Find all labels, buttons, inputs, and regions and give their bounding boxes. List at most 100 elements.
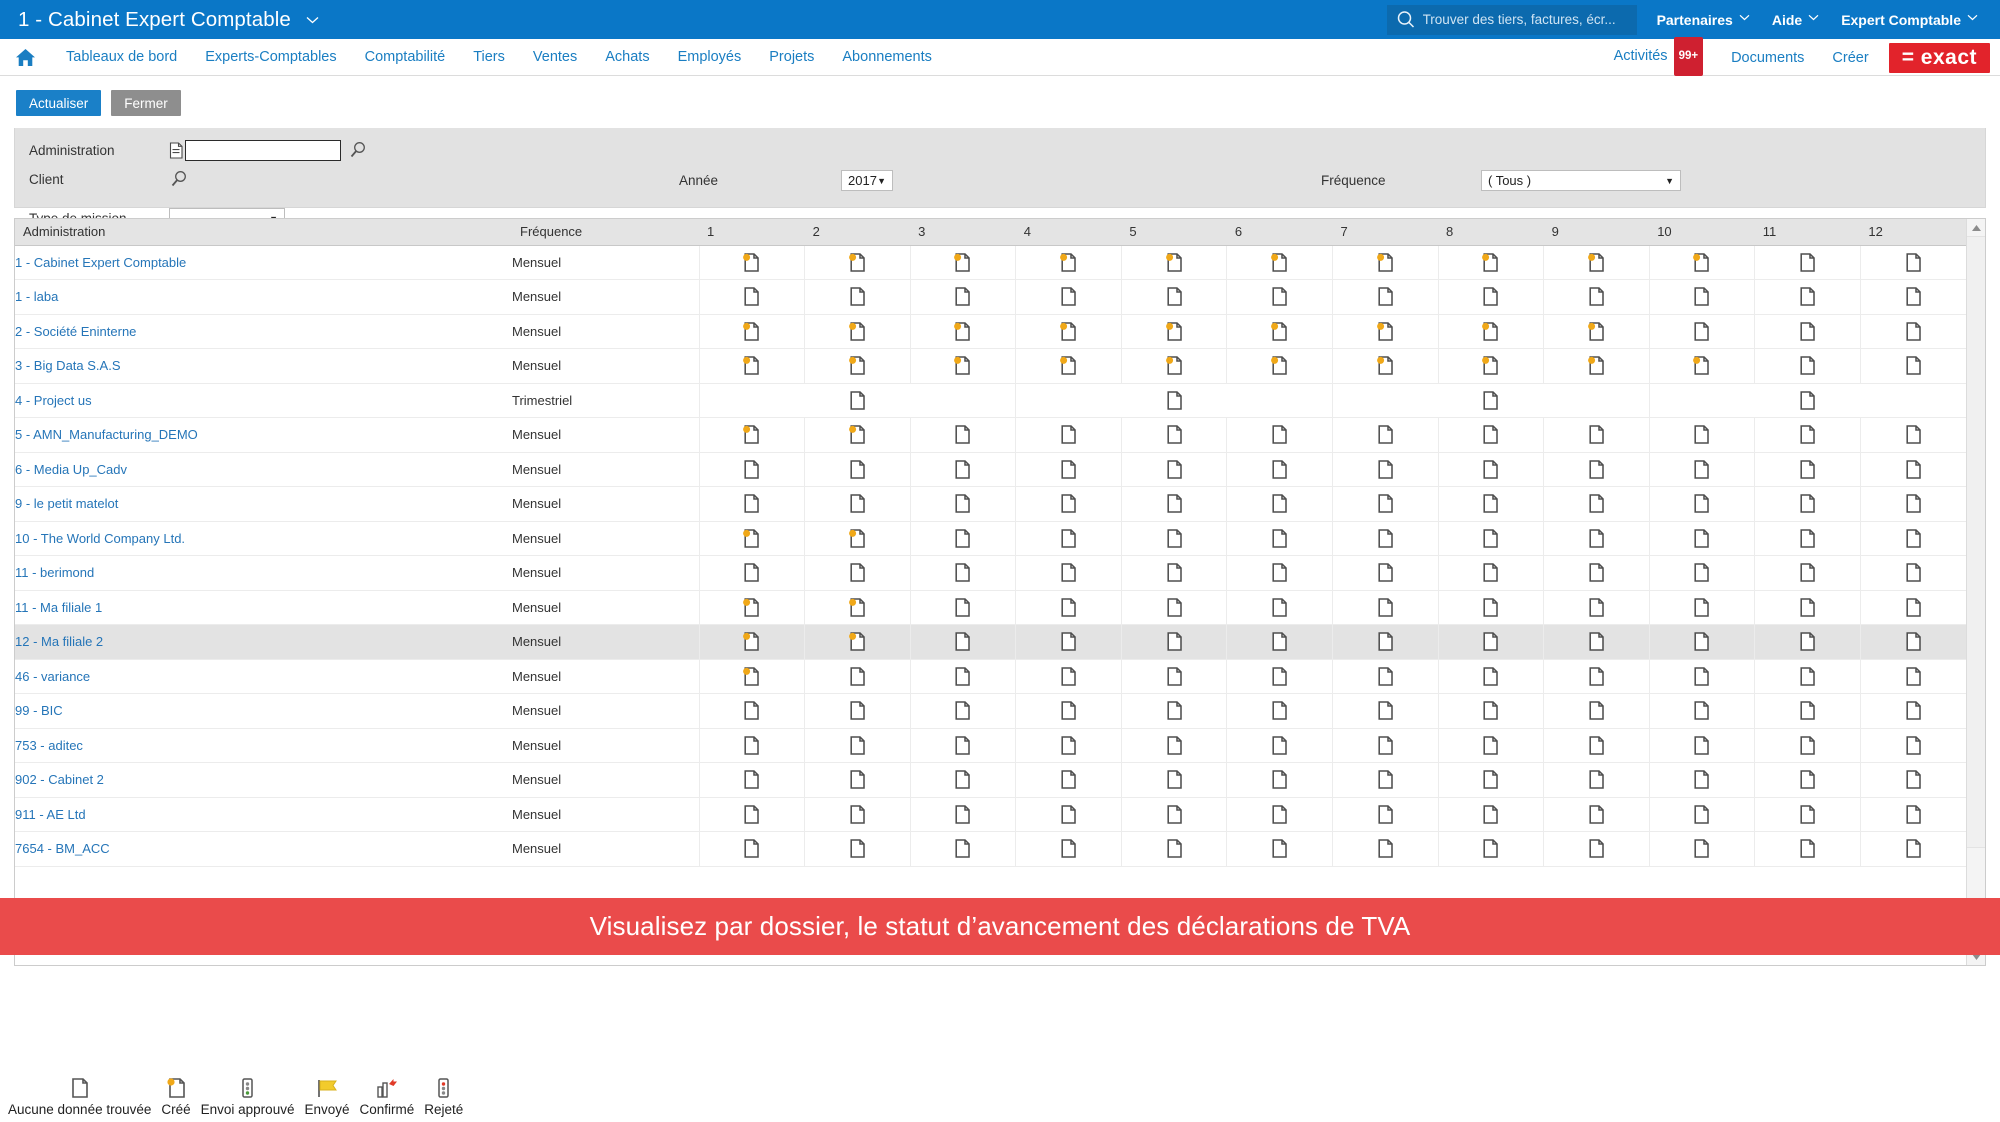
cell-month-4[interactable] — [1015, 452, 1122, 487]
cell-month-1[interactable] — [698, 279, 805, 315]
company-title[interactable]: 1 - Cabinet Expert Comptable — [18, 8, 319, 32]
table-row[interactable]: 5 - AMN_Manufacturing_DEMO Mensuel — [15, 417, 1966, 453]
cell-month-9[interactable] — [1543, 762, 1650, 798]
cell-month-11[interactable] — [1754, 555, 1861, 591]
cell-month-7[interactable] — [1331, 831, 1439, 867]
annee-select[interactable]: 2017 ▼ — [841, 170, 893, 191]
cell-month-6[interactable] — [1226, 314, 1333, 349]
cell-month-3[interactable] — [909, 693, 1016, 729]
cell-month-8[interactable] — [1437, 486, 1544, 522]
cell-month-10[interactable] — [1648, 314, 1755, 349]
cell-month-4[interactable] — [1015, 486, 1122, 522]
cell-month-6[interactable] — [1226, 555, 1333, 591]
cell-month-2[interactable] — [804, 693, 911, 729]
cell-month-3[interactable] — [909, 728, 1016, 763]
col-month-4[interactable]: 4 — [1015, 219, 1122, 246]
cell-month-11[interactable] — [1754, 417, 1861, 453]
scrollbar-thumb[interactable] — [1967, 236, 1985, 848]
cell-month-10[interactable] — [1648, 762, 1755, 798]
cell-month-5[interactable] — [1120, 555, 1227, 591]
cell-month-11[interactable] — [1754, 797, 1861, 832]
cell-month-4[interactable] — [1015, 314, 1122, 349]
administration-link[interactable]: 46 - variance — [15, 669, 90, 684]
menu-partenaires[interactable]: Partenaires — [1657, 12, 1750, 28]
nav-item-achats[interactable]: Achats — [591, 39, 663, 75]
cell-month-10[interactable] — [1648, 486, 1755, 522]
vertical-scrollbar[interactable] — [1966, 219, 1985, 965]
exact-logo[interactable]: = exact — [1888, 42, 1990, 73]
administration-link[interactable]: 2 - Société Eninterne — [15, 324, 136, 339]
cell-month-7[interactable] — [1331, 762, 1439, 798]
cell-month-5[interactable] — [1120, 279, 1227, 315]
cell-month-8[interactable] — [1437, 348, 1544, 384]
cell-month-12[interactable] — [1859, 762, 1966, 798]
cell-month-8[interactable] — [1437, 452, 1544, 487]
cell-month-11[interactable] — [1754, 279, 1861, 315]
col-month-8[interactable]: 8 — [1438, 219, 1544, 246]
cell-month-1[interactable] — [698, 417, 805, 453]
cell-quarter[interactable] — [1648, 383, 1966, 418]
search-icon[interactable] — [348, 141, 367, 160]
cell-month-10[interactable] — [1648, 521, 1755, 556]
cell-month-10[interactable] — [1648, 417, 1755, 453]
cell-month-12[interactable] — [1859, 314, 1966, 349]
cell-month-8[interactable] — [1437, 245, 1544, 280]
col-month-9[interactable]: 9 — [1543, 219, 1650, 246]
cell-month-1[interactable] — [698, 659, 805, 694]
cell-month-12[interactable] — [1859, 452, 1966, 487]
cell-month-11[interactable] — [1754, 831, 1861, 867]
home-icon[interactable] — [14, 46, 36, 68]
cell-month-2[interactable] — [804, 279, 911, 315]
cell-month-3[interactable] — [909, 797, 1016, 832]
cell-month-5[interactable] — [1120, 348, 1227, 384]
table-row[interactable]: 2 - Société Eninterne Mensuel — [15, 314, 1966, 349]
cell-month-2[interactable] — [804, 624, 911, 660]
cell-month-5[interactable] — [1120, 452, 1227, 487]
table-row[interactable]: 11 - Ma filiale 1 Mensuel — [15, 590, 1966, 625]
cell-month-8[interactable] — [1437, 624, 1544, 660]
table-row[interactable]: 99 - BIC Mensuel — [15, 693, 1966, 729]
table-row[interactable]: 3 - Big Data S.A.S Mensuel — [15, 348, 1966, 384]
cell-month-3[interactable] — [909, 521, 1016, 556]
administration-link[interactable]: 3 - Big Data S.A.S — [15, 358, 121, 373]
cell-month-10[interactable] — [1648, 728, 1755, 763]
administration-link[interactable]: 7654 - BM_ACC — [15, 841, 110, 856]
cell-month-4[interactable] — [1015, 762, 1122, 798]
cell-month-8[interactable] — [1437, 797, 1544, 832]
cell-month-7[interactable] — [1331, 693, 1439, 729]
close-button[interactable]: Fermer — [111, 90, 181, 116]
cell-month-11[interactable] — [1754, 486, 1861, 522]
administration-link[interactable]: 6 - Media Up_Cadv — [15, 462, 127, 477]
cell-month-10[interactable] — [1648, 624, 1755, 660]
col-month-1[interactable]: 1 — [699, 219, 805, 246]
cell-month-2[interactable] — [804, 797, 911, 832]
cell-month-5[interactable] — [1120, 659, 1227, 694]
cell-month-11[interactable] — [1754, 624, 1861, 660]
cell-month-6[interactable] — [1226, 797, 1333, 832]
cell-month-7[interactable] — [1331, 452, 1439, 487]
cell-month-5[interactable] — [1120, 728, 1227, 763]
cell-month-4[interactable] — [1015, 590, 1122, 625]
cell-month-9[interactable] — [1543, 279, 1650, 315]
cell-month-12[interactable] — [1859, 417, 1966, 453]
cell-month-7[interactable] — [1331, 728, 1439, 763]
cell-month-2[interactable] — [804, 762, 911, 798]
nav-item-abonnements[interactable]: Abonnements — [828, 39, 945, 75]
col-month-3[interactable]: 3 — [910, 219, 1016, 246]
cell-month-4[interactable] — [1015, 624, 1122, 660]
cell-month-4[interactable] — [1015, 417, 1122, 453]
nav-creer[interactable]: Créer — [1818, 40, 1882, 76]
cell-month-2[interactable] — [804, 452, 911, 487]
administration-link[interactable]: 12 - Ma filiale 2 — [15, 634, 103, 649]
table-row[interactable]: 1 - laba Mensuel — [15, 279, 1966, 315]
cell-month-6[interactable] — [1226, 417, 1333, 453]
table-row[interactable]: 753 - aditec Mensuel — [15, 728, 1966, 763]
cell-month-9[interactable] — [1543, 659, 1650, 694]
cell-month-1[interactable] — [698, 624, 805, 660]
cell-month-10[interactable] — [1648, 348, 1755, 384]
cell-quarter[interactable] — [698, 383, 1016, 418]
cell-month-1[interactable] — [698, 831, 805, 867]
cell-month-9[interactable] — [1543, 417, 1650, 453]
cell-month-7[interactable] — [1331, 279, 1439, 315]
nav-item-ventes[interactable]: Ventes — [519, 39, 591, 75]
